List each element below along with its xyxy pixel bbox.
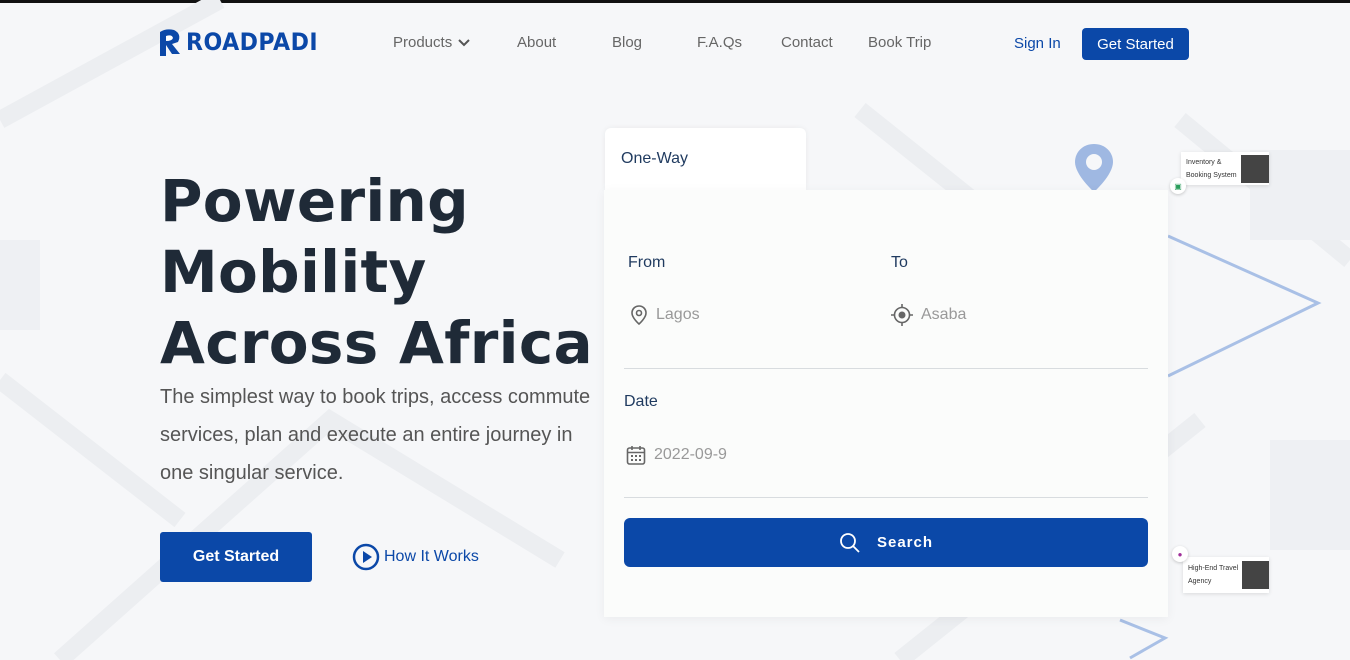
booking-card: From To Lagos Asaba Date 2022-09-9 Searc…: [604, 190, 1168, 617]
widget1-image: [1241, 154, 1269, 183]
chevron-down-icon: [458, 38, 470, 46]
nav-book-trip[interactable]: Book Trip: [868, 34, 931, 51]
to-label: To: [891, 254, 908, 271]
date-label: Date: [624, 393, 658, 410]
date-value: 2022-09-9: [654, 446, 727, 463]
divider: [624, 368, 1148, 369]
hero-title-line3: Across Africa: [160, 309, 593, 377]
map-pin-icon: [631, 305, 647, 325]
hero-subtitle: The simplest way to book trips, access c…: [160, 386, 591, 484]
from-label: From: [628, 254, 666, 271]
brand-name: ROADPADI: [186, 28, 319, 56]
header-get-started-button[interactable]: Get Started: [1082, 28, 1189, 60]
search-icon: [840, 532, 860, 553]
widget2-badge-icon: ●: [1172, 546, 1188, 562]
travel-agency-widget: High-End Travel Agency: [1183, 557, 1269, 593]
nav-faqs[interactable]: F.A.Qs: [697, 34, 742, 51]
nav-blog[interactable]: Blog: [612, 34, 642, 51]
to-field[interactable]: Asaba: [891, 302, 1141, 328]
inventory-booking-widget: Inventory & Booking System: [1181, 152, 1269, 185]
date-field[interactable]: 2022-09-9: [626, 442, 1126, 468]
how-it-works-label: How It Works: [384, 548, 479, 565]
hero-title-line2: Mobility: [160, 238, 427, 306]
from-value: Lagos: [656, 306, 700, 323]
nav-products[interactable]: Products: [393, 34, 470, 51]
widget2-image: [1242, 561, 1269, 589]
from-field[interactable]: Lagos: [630, 302, 870, 328]
play-circle-icon: [352, 543, 380, 571]
sign-in-link[interactable]: Sign In: [1014, 35, 1061, 52]
divider: [624, 497, 1148, 498]
hero-title: Powering Mobility Across Africa: [160, 166, 600, 379]
crosshair-icon: [891, 304, 913, 326]
brand-logo[interactable]: ROADPADI: [160, 28, 330, 56]
how-it-works-link[interactable]: How It Works: [352, 543, 479, 571]
location-pin-icon: [1075, 144, 1113, 192]
tab-one-way[interactable]: One-Way: [605, 128, 806, 190]
hero-get-started-button[interactable]: Get Started: [160, 532, 312, 582]
to-value: Asaba: [921, 306, 967, 323]
search-button[interactable]: Search: [624, 518, 1148, 567]
nav-about[interactable]: About: [517, 34, 556, 51]
nav-products-label: Products: [393, 34, 453, 51]
hero-title-line1: Powering: [160, 167, 469, 235]
widget1-badge-icon: ▣: [1170, 178, 1186, 194]
logo-mark-icon: [160, 29, 180, 56]
widget2-text: High-End Travel Agency: [1188, 565, 1239, 585]
widget1-text: Inventory & Booking System: [1186, 158, 1237, 179]
calendar-icon: [626, 446, 646, 465]
search-label: Search: [876, 534, 934, 551]
nav-contact[interactable]: Contact: [781, 34, 833, 51]
